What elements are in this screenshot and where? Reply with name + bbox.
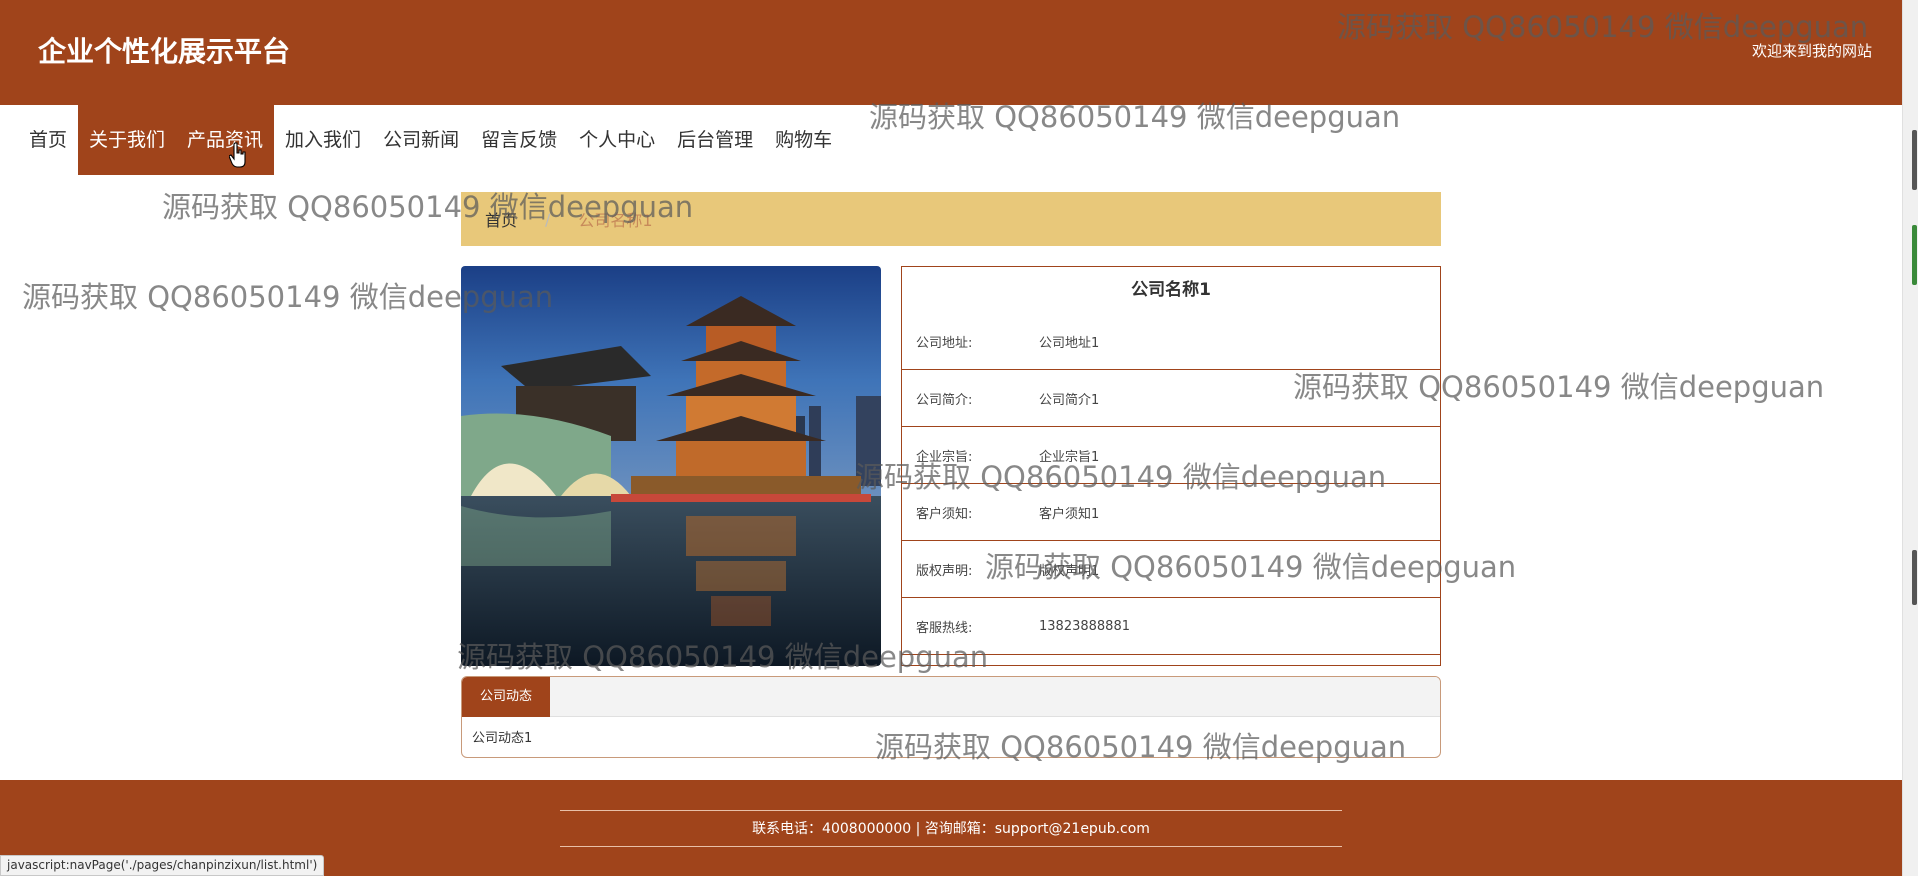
info-label: 企业宗旨:: [916, 449, 973, 465]
page: 企业个性化展示平台 欢迎来到我的网站 首页 关于我们 产品资讯 加入我们 公司新…: [0, 0, 1918, 876]
nav-item-company-news[interactable]: 公司新闻: [372, 105, 470, 175]
company-name-heading: 公司名称1: [1131, 280, 1211, 300]
footer-divider: [560, 846, 1342, 847]
nav-item-admin[interactable]: 后台管理: [666, 105, 764, 175]
nav-item-personal-center[interactable]: 个人中心: [568, 105, 666, 175]
nav-item-home[interactable]: 首页: [18, 105, 78, 175]
company-image: [461, 266, 881, 666]
info-value: 公司地址1: [1039, 335, 1100, 351]
page-scrollbar[interactable]: [1902, 0, 1918, 876]
footer-contact: 联系电话：4008000000 | 咨询邮箱：support@21epub.co…: [752, 821, 1150, 837]
info-label: 版权声明:: [916, 563, 973, 579]
info-row-address: 公司地址: 公司地址1: [902, 313, 1440, 370]
breadcrumb-separator: /: [545, 209, 551, 229]
scroll-marker: [1912, 550, 1917, 605]
breadcrumb-home-link[interactable]: 首页: [485, 207, 517, 231]
nav-item-feedback[interactable]: 留言反馈: [470, 105, 568, 175]
info-row-intro: 公司简介: 公司简介1: [902, 370, 1440, 427]
scroll-marker: [1912, 225, 1917, 285]
browser-status-bar: javascript:navPage('./pages/chanpinzixun…: [0, 855, 325, 876]
info-value: 企业宗旨1: [1039, 449, 1100, 465]
breadcrumb: 首页 / 公司名称1: [461, 192, 1441, 246]
news-list-item[interactable]: 公司动态1: [462, 717, 1440, 756]
info-row-purpose: 企业宗旨: 企业宗旨1: [902, 427, 1440, 484]
breadcrumb-current: 公司名称1: [578, 211, 653, 230]
nav-item-cart[interactable]: 购物车: [764, 105, 843, 175]
info-value: 公司简介1: [1039, 392, 1100, 408]
info-value: 客户须知1: [1039, 506, 1100, 522]
tab-company-news[interactable]: 公司动态: [462, 677, 551, 717]
nav-item-product-news[interactable]: 产品资讯: [176, 105, 275, 175]
nav-item-about-us[interactable]: 关于我们: [78, 105, 177, 175]
info-value: 版权声明1: [1039, 563, 1100, 579]
info-value: 13823888881: [1039, 618, 1130, 634]
welcome-text: 欢迎来到我的网站: [1751, 42, 1872, 60]
info-row-hotline: 客服热线: 13823888881: [902, 598, 1440, 655]
info-row-copyright: 版权声明: 版权声明1: [902, 541, 1440, 598]
site-title: 企业个性化展示平台: [38, 35, 291, 68]
info-label: 公司地址:: [916, 335, 973, 351]
company-info-table: 公司名称1 公司地址: 公司地址1 公司简介: 公司简介1 企业宗旨: 企业宗旨…: [901, 266, 1441, 666]
info-row-customer-notice: 客户须知: 客户须知1: [902, 484, 1440, 541]
news-tabbar: 公司动态: [462, 677, 1440, 717]
site-header: 企业个性化展示平台 欢迎来到我的网站: [0, 0, 1902, 105]
info-label: 客服热线:: [916, 620, 973, 636]
footer-divider: [560, 810, 1342, 811]
company-news-panel: 公司动态 公司动态1: [461, 676, 1441, 758]
info-label: 客户须知:: [916, 506, 973, 522]
scroll-marker: [1912, 130, 1917, 190]
nav-item-join-us[interactable]: 加入我们: [274, 105, 372, 175]
hand-cursor-icon: [229, 142, 246, 168]
main-nav: 首页 关于我们 产品资讯 加入我们 公司新闻 留言反馈 个人中心 后台管理 购物…: [0, 105, 843, 175]
info-label: 公司简介:: [916, 392, 973, 408]
